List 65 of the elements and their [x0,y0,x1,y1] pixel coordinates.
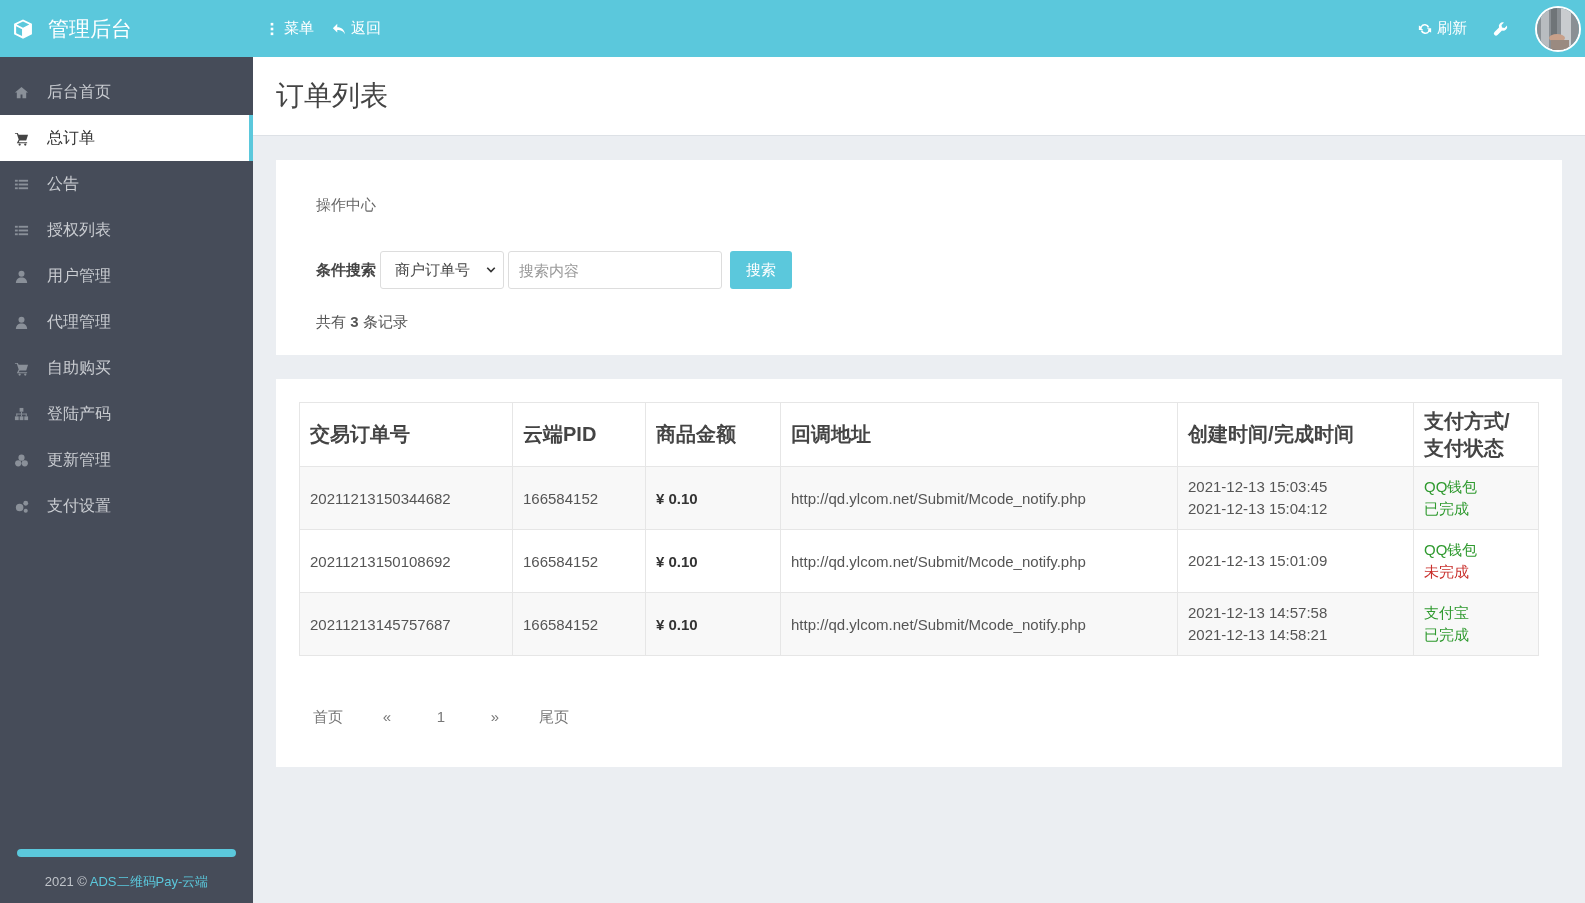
footer-link[interactable]: ADS二维码Pay-云端 [89,874,209,889]
cart-icon [14,360,29,376]
home-icon [14,84,29,100]
time-text: 2021-12-13 15:04:12 [1188,499,1329,519]
table-cell: ¥ 0.10 [645,529,781,593]
column-header: 创建时间/完成时间 [1177,402,1414,467]
payment-status: 未完成 [1424,562,1470,582]
payment-method: QQ钱包 [1424,477,1479,497]
table-cell: http://qd.ylcom.net/Submit/Mcode_notify.php [780,592,1178,656]
page-link[interactable]: « [363,708,411,727]
payment-status: 已完成 [1424,499,1470,519]
time-text: 2021-12-13 14:57:58 [1188,603,1329,623]
payment-method: QQ钱包 [1424,540,1479,560]
search-field[interactable]: 搜索内容 [508,251,722,289]
table-cell: http://qd.ylcom.net/Submit/Mcode_notify.php [780,529,1178,593]
user-icon [14,268,29,284]
sidebar-item[interactable]: 公告 [0,161,253,207]
search-type-select[interactable]: 商户订单号 [380,251,504,289]
payment-method: 支付宝 [1424,603,1470,623]
sidebar-item[interactable]: 授权列表 [0,207,253,253]
wrench-icon [1493,20,1509,37]
page-link[interactable]: 尾页 [525,708,583,727]
copyright-text: 2021 © [44,874,87,889]
cube-icon [12,17,34,40]
table-cell: 20211213150344682 [299,466,513,530]
column-header: 交易订单号 [299,402,513,467]
sitemap-icon [14,406,29,422]
sidebar-item[interactable]: 后台首页 [0,69,253,115]
time-text: 2021-12-13 15:03:45 [1188,477,1329,497]
table-cell: http://qd.ylcom.net/Submit/Mcode_notify.php [780,466,1178,530]
table-cell: 20211213145757687 [299,592,513,656]
page-link[interactable]: » [471,708,519,727]
cubes-icon [14,452,29,468]
record-count: 共有 3 条记录 [316,313,408,332]
table-cell: ¥ 0.10 [645,592,781,656]
panel-heading: 操作中心 [316,196,376,215]
page-link[interactable]: 1 [417,708,465,727]
column-header: 商品金额 [645,402,781,467]
table-cell: 166584152 [512,592,646,656]
sidebar-item[interactable]: 支付设置 [0,483,253,529]
table-cell: 20211213150108692 [299,529,513,593]
table-cell: ¥ 0.10 [645,466,781,530]
time-text: 2021-12-13 14:58:21 [1188,625,1329,645]
search-label: 条件搜索 [316,260,376,280]
cart-icon [14,130,29,146]
page-title: 订单列表 [276,79,388,113]
table-cell: 166584152 [512,466,646,530]
sidebar-item[interactable]: 更新管理 [0,437,253,483]
column-header: 云端PID [512,402,646,467]
sidebar-item[interactable]: 代理管理 [0,299,253,345]
gears-icon [14,498,29,514]
user-icon [14,314,29,330]
payment-status: 已完成 [1424,625,1470,645]
refresh-icon [1418,21,1432,36]
tools-button[interactable] [1493,20,1509,37]
sidebar-item[interactable]: 自助购买 [0,345,253,391]
sidebar-item[interactable]: 用户管理 [0,253,253,299]
column-header: 支付方式/支付状态 [1413,402,1539,467]
sidebar-item[interactable]: 总订单 [0,115,253,161]
page-link[interactable]: 首页 [299,708,357,727]
time-text: 2021-12-13 15:01:09 [1188,551,1329,571]
column-header: 回调地址 [780,402,1178,467]
table-cell: 166584152 [512,529,646,593]
sidebar-item[interactable]: 登陆产码 [0,391,253,437]
brand-title: 管理后台 [48,15,132,42]
